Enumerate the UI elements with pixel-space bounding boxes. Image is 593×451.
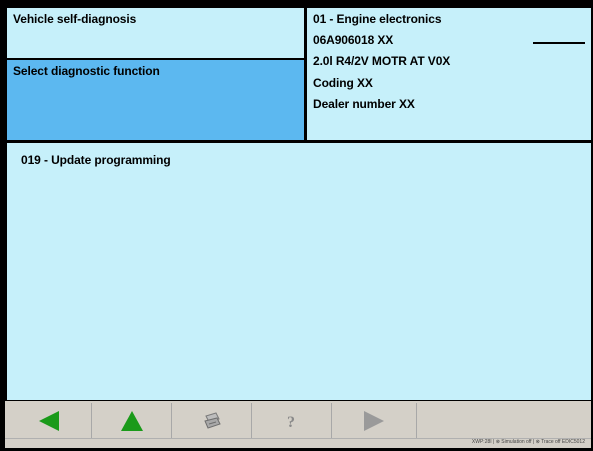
arrow-up-icon [120, 411, 143, 431]
svg-text:?: ? [287, 414, 295, 430]
toolbar: ? XWP:28I | ⊗ Simulation off | ⊗ Trace o… [5, 401, 591, 448]
print-button[interactable] [172, 403, 252, 439]
forward-button[interactable] [332, 403, 417, 439]
status-bar: XWP:28I | ⊗ Simulation off | ⊗ Trace off… [5, 438, 591, 448]
selected-function-panel[interactable]: Select diagnostic function [7, 60, 304, 140]
main-content-panel: 019 - Update programming [7, 143, 591, 400]
ecu-part-number: 06A906018 XX [313, 33, 394, 47]
arrow-left-icon [39, 411, 59, 431]
up-button[interactable] [92, 403, 172, 439]
status-text: XWP:28I | ⊗ Simulation off | ⊗ Trace off… [471, 439, 585, 445]
print-icon [203, 412, 221, 429]
selected-function-label: Select diagnostic function [13, 64, 160, 78]
separator-line [533, 42, 585, 44]
page-title: Vehicle self-diagnosis [13, 12, 137, 26]
diagnostic-screen: Vehicle self-diagnosis Select diagnostic… [5, 6, 591, 448]
ecu-dealer-number: Dealer number XX [313, 97, 415, 111]
ecu-engine-desc: 2.0l R4/2V MOTR AT V0X [313, 54, 451, 68]
arrow-right-icon [364, 411, 384, 431]
title-panel: Vehicle self-diagnosis [7, 8, 304, 58]
function-title: 019 - Update programming [21, 153, 171, 167]
ecu-coding: Coding XX [313, 76, 373, 90]
help-button[interactable]: ? [252, 403, 332, 439]
ecu-info-panel: 01 - Engine electronics 06A906018 XX 2.0… [307, 8, 591, 140]
ecu-address-name: 01 - Engine electronics [313, 12, 442, 26]
back-button[interactable] [7, 403, 92, 439]
help-icon: ? [287, 414, 295, 430]
